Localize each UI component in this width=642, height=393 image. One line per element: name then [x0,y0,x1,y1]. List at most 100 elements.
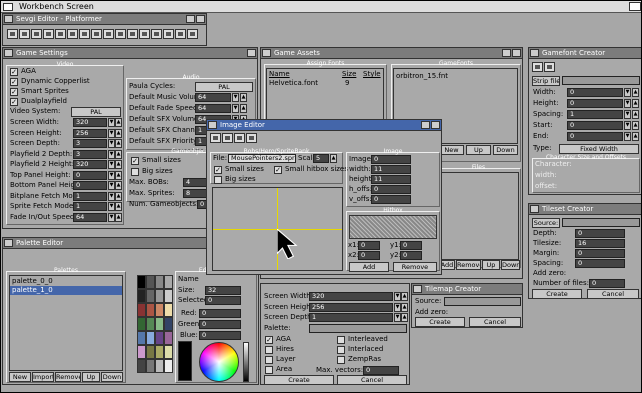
tileset-source-button[interactable]: Source: [532,218,560,228]
gs-row-field[interactable]: 3 [73,149,107,159]
palette-swatch[interactable] [164,359,173,373]
se-row-field[interactable]: 256 [309,302,393,312]
video-system-cycle[interactable]: PAL [71,107,121,117]
palette-swatch[interactable] [155,289,164,303]
palette-swatch[interactable] [164,303,173,317]
audio-row-field[interactable]: 64 [195,93,231,102]
gs-row-field[interactable]: 320 [73,118,107,127]
depth-icon[interactable] [247,49,256,57]
image-canvas[interactable] [212,187,343,271]
gf-row-field[interactable]: 0 [567,121,623,130]
palette-swatch[interactable] [164,275,173,289]
audio-up-arrow[interactable]: ▲ [240,104,247,113]
close-icon[interactable] [4,49,13,57]
se-down-arrow[interactable]: ▼ [394,313,401,322]
assets-up-button[interactable]: Up [482,260,500,270]
close-icon[interactable] [530,49,539,57]
palette-swatch[interactable] [137,359,146,373]
paula-cycles-cycle[interactable]: PAL [195,82,253,92]
gamefont-creator-titlebar[interactable]: Gamefont Creator [529,48,641,59]
gs-row-up-arrow[interactable]: ▲ [115,139,122,148]
palette-swatch[interactable] [155,345,164,359]
close-icon[interactable] [208,121,217,129]
ie-row-field[interactable]: 11 [371,175,411,184]
depth-icon[interactable] [196,15,205,23]
pal-size-field[interactable]: 32 [205,286,241,295]
gf-new-icon[interactable] [532,62,543,72]
dynamic-copperlist-checkbox[interactable]: ✓ [10,78,18,86]
depth-field[interactable]: 0 [575,229,625,238]
gs-row-field[interactable]: 3 [73,139,107,148]
close-icon[interactable] [530,205,539,213]
tilesize-field[interactable]: 16 [575,239,625,248]
ie-save-icon[interactable] [234,133,245,143]
palette-swatch[interactable] [155,331,164,345]
gs-small-sizes-checkbox[interactable]: ✓ [131,157,139,165]
zoom-icon[interactable] [421,121,430,129]
gf-down-arrow[interactable]: ▼ [624,132,631,141]
gf-open-icon[interactable] [544,62,555,72]
spacing-field[interactable]: 0 [575,259,625,268]
red-field[interactable]: 0 [199,309,241,318]
palette-swatch[interactable] [146,359,155,373]
ie-new-icon[interactable] [210,133,221,143]
gf-row-field[interactable]: 1 [567,110,623,119]
gs-row-field[interactable]: 1 [73,202,107,211]
screen-icon[interactable] [127,29,138,39]
gs-row-up-arrow[interactable]: ▲ [115,202,122,211]
tilemap-source-field[interactable] [444,297,521,306]
gf-row-field[interactable]: 0 [567,132,623,141]
assets-icon[interactable] [151,29,162,39]
assets-remove-button[interactable]: Remove [456,260,481,270]
save-file-icon[interactable] [31,29,42,39]
gs-row-field[interactable]: 256 [73,128,107,138]
gs-row-up-arrow[interactable]: ▲ [115,149,122,159]
gamefont-up-button[interactable]: Up [466,145,491,155]
depth-icon[interactable] [512,49,521,57]
game-assets-titlebar[interactable]: Game Assets [261,48,522,59]
gs-row-down-arrow[interactable]: ▼ [108,118,115,127]
se-check-box[interactable] [265,346,273,354]
aga-checkbox[interactable]: ✓ [10,68,18,76]
se-palette-field[interactable] [309,324,407,333]
palette-swatch[interactable] [137,303,146,317]
zoom-icon[interactable] [502,49,511,57]
ie-scale-field[interactable]: 5 [313,154,329,163]
close-icon[interactable] [413,285,422,293]
palette-swatch[interactable] [146,345,155,359]
gs-row-up-arrow[interactable]: ▲ [115,181,122,190]
tileset-create-button[interactable]: Create [532,289,582,298]
tilemap-cancel-button[interactable]: Cancel [469,317,521,327]
palette-up-button[interactable]: Up [82,372,100,382]
close-icon[interactable] [4,239,13,247]
gs-row-field[interactable]: 64 [73,212,107,222]
settings-icon[interactable] [43,29,54,39]
new-file-icon[interactable] [7,29,18,39]
sound-icon[interactable] [79,29,90,39]
palette-swatch[interactable] [146,317,155,331]
se-check2-box[interactable] [337,356,345,364]
gf-up-arrow[interactable]: ▲ [632,121,639,130]
tileset-cancel-button[interactable]: Cancel [587,289,639,298]
tilemap-creator-titlebar[interactable]: Tilemap Creator [412,284,522,295]
ie-file-field[interactable]: MousePointers2.spr [228,154,296,163]
ie-big-sizes-checkbox[interactable] [214,176,222,184]
max-vectors-field[interactable]: 0 [363,366,399,375]
tilemap-create-button[interactable]: Create [415,317,465,327]
tileset-source-field[interactable] [562,218,640,227]
palette-swatch[interactable] [164,317,173,331]
palette-swatch[interactable] [137,289,146,303]
gf-up-arrow[interactable]: ▲ [632,110,639,119]
gs-row-down-arrow[interactable]: ▼ [108,139,115,148]
game-settings-titlebar[interactable]: Game Settings [3,48,257,59]
gamefont-new-button[interactable]: New [439,145,464,155]
gs-row-field[interactable]: 320 [73,160,107,169]
color-wheel[interactable] [199,342,239,382]
gs-row-down-arrow[interactable]: ▼ [108,191,115,201]
se-check2-box[interactable] [337,346,345,354]
object-icon[interactable] [139,29,150,39]
pal-selected-field[interactable]: 0 [205,296,241,305]
gf-up-arrow[interactable]: ▲ [632,132,639,141]
type-cycle[interactable]: Fixed Width [559,144,639,154]
palette-swatch[interactable] [146,289,155,303]
